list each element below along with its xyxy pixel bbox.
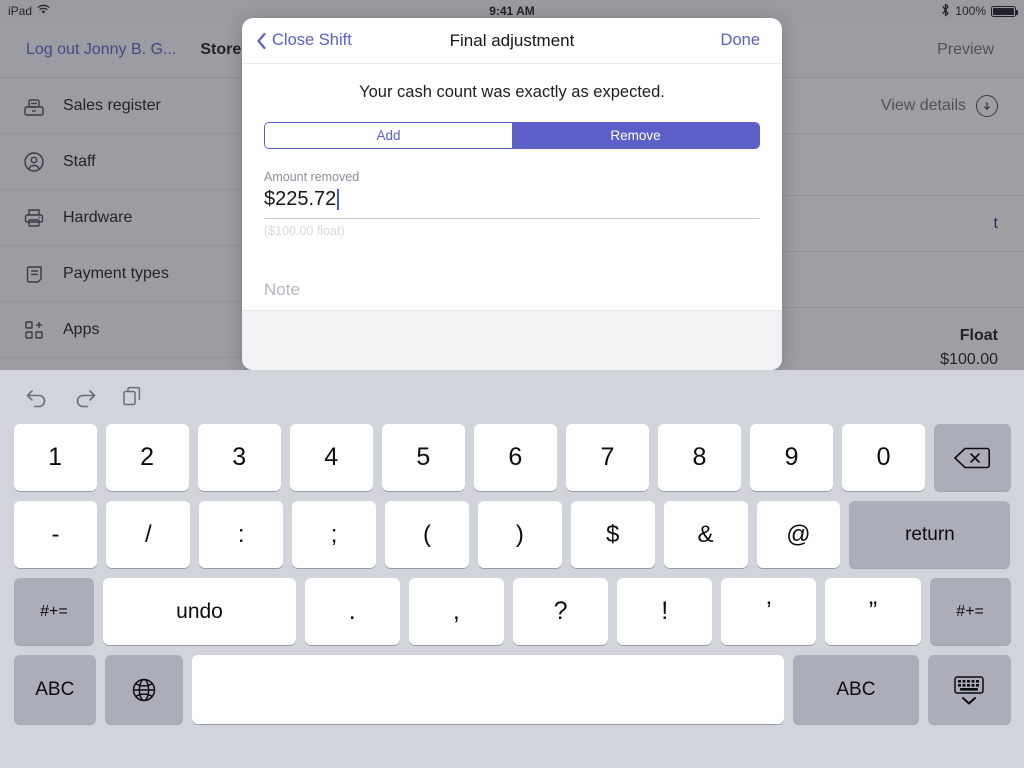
space-key[interactable]: [191, 655, 784, 724]
key-hyphen[interactable]: -: [13, 501, 98, 568]
key-quote[interactable]: ”: [825, 578, 921, 645]
key-apostrophe[interactable]: ’: [721, 578, 817, 645]
partial-link-label: t: [993, 214, 998, 232]
hide-keyboard-icon[interactable]: [927, 655, 1011, 724]
undo-icon[interactable]: [24, 384, 50, 410]
key-semicolon[interactable]: ;: [292, 501, 376, 568]
final-adjustment-modal: Close Shift Final adjustment Done Your c…: [242, 18, 782, 370]
backspace-icon[interactable]: [934, 424, 1011, 491]
abc-right-key[interactable]: ABC: [792, 655, 919, 724]
sidebar-item-apps[interactable]: Apps: [0, 302, 245, 358]
key-5[interactable]: 5: [381, 424, 465, 491]
amount-input-value: $225.72: [264, 188, 337, 210]
text-caret: [337, 189, 339, 210]
float-value: $100.00: [940, 351, 998, 368]
key-9[interactable]: 9: [750, 424, 834, 491]
key-6[interactable]: 6: [473, 424, 557, 491]
key-2[interactable]: 2: [105, 424, 189, 491]
segment-add[interactable]: Add: [265, 123, 512, 148]
symbols-shift-left-key[interactable]: #+=: [13, 578, 95, 645]
paste-icon[interactable]: [120, 384, 146, 410]
cash-register-icon: [22, 94, 46, 118]
keyboard-toolbar: [0, 370, 1024, 424]
amount-field-label: Amount removed: [264, 170, 360, 184]
battery-percent: 100%: [955, 4, 986, 18]
download-circle-icon: [976, 94, 998, 117]
undo-key[interactable]: undo: [103, 578, 296, 645]
add-remove-segmented-control: Add Remove: [264, 122, 760, 149]
sidebar-item-label: Payment types: [63, 264, 169, 282]
key-paren-open[interactable]: (: [385, 501, 469, 568]
keyboard-row-alt: #+= undo . , ? ! ’ ” #+=: [0, 578, 1024, 645]
status-bar-time: 9:41 AM: [489, 4, 535, 18]
logout-link[interactable]: Log out Jonny B. G...: [26, 41, 176, 59]
key-1[interactable]: 1: [13, 424, 97, 491]
key-period[interactable]: .: [304, 578, 400, 645]
sidebar: Sales register Staff Hardware Payment ty…: [0, 78, 246, 370]
key-comma[interactable]: ,: [408, 578, 504, 645]
preview-button[interactable]: Preview: [937, 41, 994, 59]
key-slash[interactable]: /: [106, 501, 191, 568]
amount-field-hint: ($100.00 float): [264, 224, 345, 238]
modal-header: Close Shift Final adjustment Done: [242, 18, 782, 64]
bluetooth-icon: [941, 3, 950, 20]
segment-remove[interactable]: Remove: [512, 123, 759, 148]
user-circle-icon: [22, 150, 46, 174]
float-label: Float: [959, 327, 998, 344]
modal-footer: [242, 310, 782, 370]
key-8[interactable]: 8: [657, 424, 741, 491]
key-3[interactable]: 3: [197, 424, 281, 491]
sidebar-item-label: Hardware: [63, 208, 133, 226]
battery-icon: [991, 5, 1018, 17]
redo-icon[interactable]: [72, 384, 98, 410]
sidebar-item-staff[interactable]: Staff: [0, 134, 245, 190]
globe-icon[interactable]: [105, 655, 183, 724]
cash-count-message: Your cash count was exactly as expected.: [359, 83, 665, 101]
onscreen-keyboard: 1 2 3 4 5 6 7 8 9 0 - / : ; ( ) $ & @ re…: [0, 370, 1024, 768]
sidebar-item-label: Apps: [63, 320, 100, 338]
abc-left-key[interactable]: ABC: [13, 655, 97, 724]
key-ampersand[interactable]: &: [663, 501, 748, 568]
note-input[interactable]: Note: [264, 280, 760, 314]
key-0[interactable]: 0: [842, 424, 926, 491]
store-tab[interactable]: Store: [200, 41, 241, 59]
key-question[interactable]: ?: [512, 578, 609, 645]
sidebar-item-hardware[interactable]: Hardware: [0, 190, 245, 246]
keyboard-row-symbols: - / : ; ( ) $ & @ return: [0, 501, 1024, 568]
key-7[interactable]: 7: [565, 424, 649, 491]
printer-icon: [22, 206, 46, 230]
sidebar-item-label: Sales register: [63, 96, 161, 114]
status-bar-right: 100%: [941, 3, 1018, 20]
key-exclamation[interactable]: !: [617, 578, 713, 645]
key-at[interactable]: @: [756, 501, 841, 568]
key-colon[interactable]: :: [199, 501, 284, 568]
amount-input[interactable]: $225.72: [264, 184, 760, 219]
keyboard-row-bottom: ABC ABC: [0, 655, 1024, 724]
ipad-screen: iPad 9:41 AM 100% Log out Jonny B. G... …: [0, 0, 1024, 768]
key-4[interactable]: 4: [289, 424, 373, 491]
key-paren-close[interactable]: ): [477, 501, 562, 568]
view-details-label: View details: [880, 96, 966, 114]
apps-grid-plus-icon: [22, 318, 46, 342]
modal-title: Final adjustment: [449, 30, 575, 50]
sidebar-item-sales-register[interactable]: Sales register: [0, 78, 245, 134]
return-key[interactable]: return: [849, 501, 1011, 568]
payment-cards-icon: [22, 262, 46, 286]
keyboard-row-numbers: 1 2 3 4 5 6 7 8 9 0: [0, 424, 1024, 491]
sidebar-item-label: Staff: [63, 152, 96, 170]
done-button[interactable]: Done: [721, 31, 760, 50]
amount-field: Amount removed $225.72 ($100.00 float): [264, 170, 760, 238]
sidebar-item-payment-types[interactable]: Payment types: [0, 246, 245, 302]
key-dollar[interactable]: $: [570, 501, 655, 568]
symbols-shift-right-key[interactable]: #+=: [929, 578, 1011, 645]
